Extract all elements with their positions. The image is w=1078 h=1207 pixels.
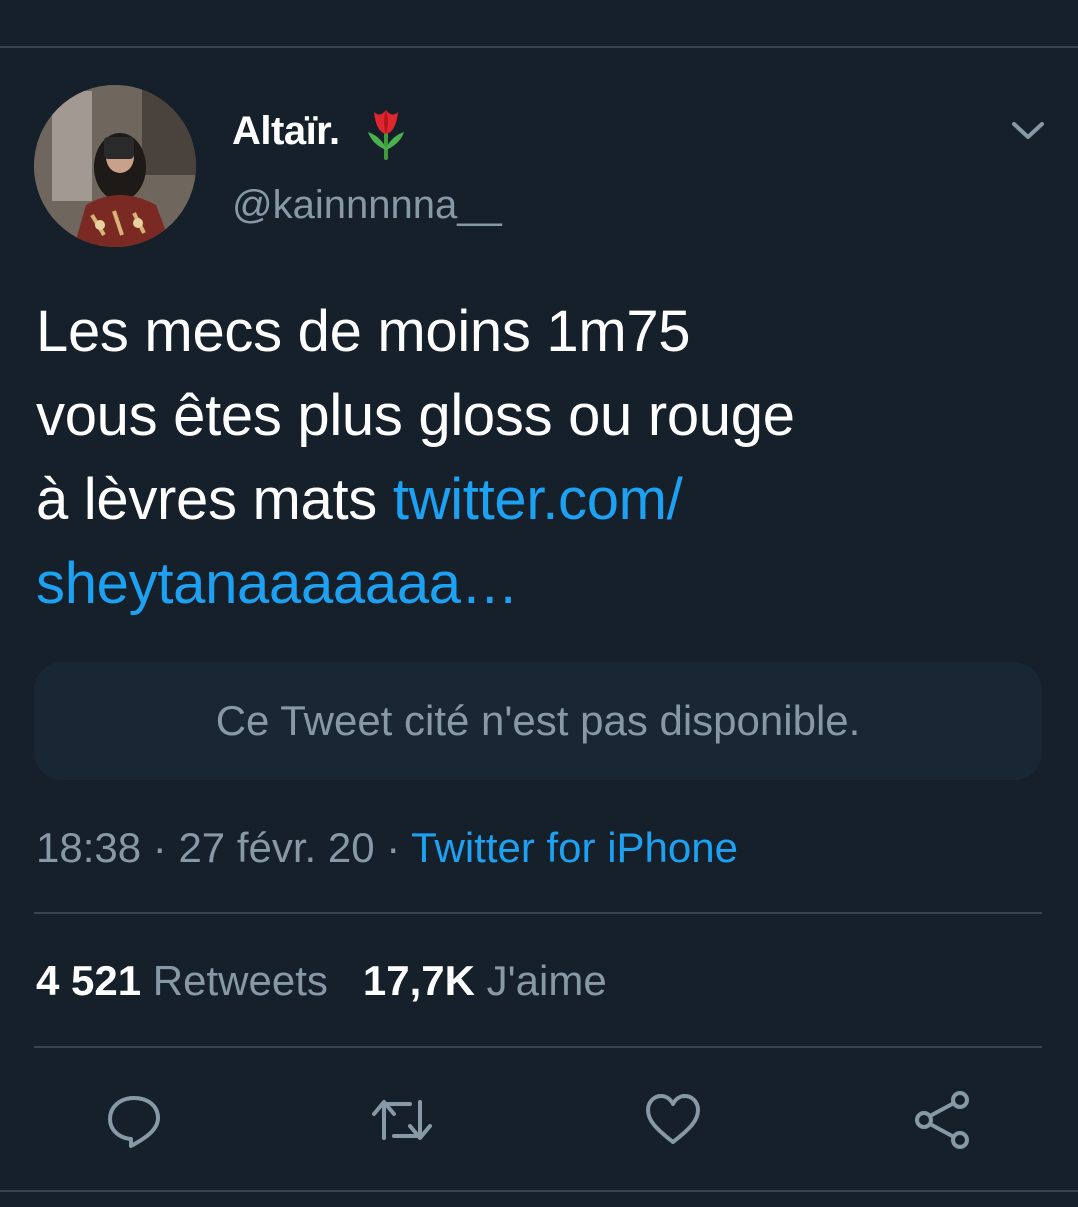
reply-button[interactable]: [102, 1088, 166, 1152]
tweet-text-line: vous êtes plus gloss ou rouge: [36, 383, 795, 448]
tulip-icon: [368, 110, 404, 160]
tweet-time: 18:38: [36, 824, 142, 871]
reply-icon: [108, 1096, 160, 1148]
tweet-text-line: Les mecs de moins 1m75: [36, 299, 691, 364]
tweet-source[interactable]: Twitter for iPhone: [411, 824, 738, 871]
quoted-tweet-message: Ce Tweet cité n'est pas disponible.: [215, 697, 861, 744]
tweet-link-part1[interactable]: twitter.com/: [393, 467, 683, 532]
chevron-down-icon[interactable]: [1006, 112, 1050, 148]
tweet-date: 27 févr. 20: [178, 824, 375, 871]
top-divider: [0, 46, 1078, 48]
like-button[interactable]: [641, 1088, 705, 1152]
likes-stat[interactable]: 17,7K J'aime: [363, 957, 607, 1004]
meta-separator: ·: [141, 824, 179, 871]
tweet-text-fragment: à lèvres mats: [36, 467, 393, 532]
meta-separator: ·: [374, 824, 412, 871]
retweets-count: 4 521: [36, 957, 142, 1004]
retweets-stat[interactable]: 4 521 Retweets: [36, 957, 328, 1004]
quoted-tweet-unavailable: Ce Tweet cité n'est pas disponible.: [34, 662, 1042, 780]
user-handle[interactable]: @kainnnnna__: [232, 182, 502, 228]
display-name[interactable]: Altaïr.: [232, 108, 340, 154]
tweet-link-part2[interactable]: sheytanaaaaaaa…: [36, 542, 1036, 626]
divider: [34, 1046, 1042, 1048]
tweet-text: Les mecs de moins 1m75 vous êtes plus gl…: [36, 290, 1036, 626]
retweet-button[interactable]: [370, 1088, 434, 1152]
tweet-text-line: à lèvres mats twitter.com/: [36, 458, 1036, 542]
retweets-label: Retweets: [152, 957, 328, 1004]
like-icon: [646, 1094, 700, 1144]
share-icon: [915, 1091, 969, 1149]
retweet-icon: [372, 1100, 432, 1140]
likes-label: J'aime: [486, 957, 607, 1004]
share-button[interactable]: [910, 1088, 974, 1152]
avatar[interactable]: [34, 85, 196, 247]
bottom-divider: [0, 1190, 1078, 1192]
likes-count: 17,7K: [362, 957, 475, 1004]
divider: [34, 912, 1042, 914]
tweet-meta: 18:38 · 27 févr. 20 · Twitter for iPhone: [36, 822, 738, 874]
tweet-stats: 4 521 Retweets 17,7K J'aime: [36, 955, 607, 1007]
